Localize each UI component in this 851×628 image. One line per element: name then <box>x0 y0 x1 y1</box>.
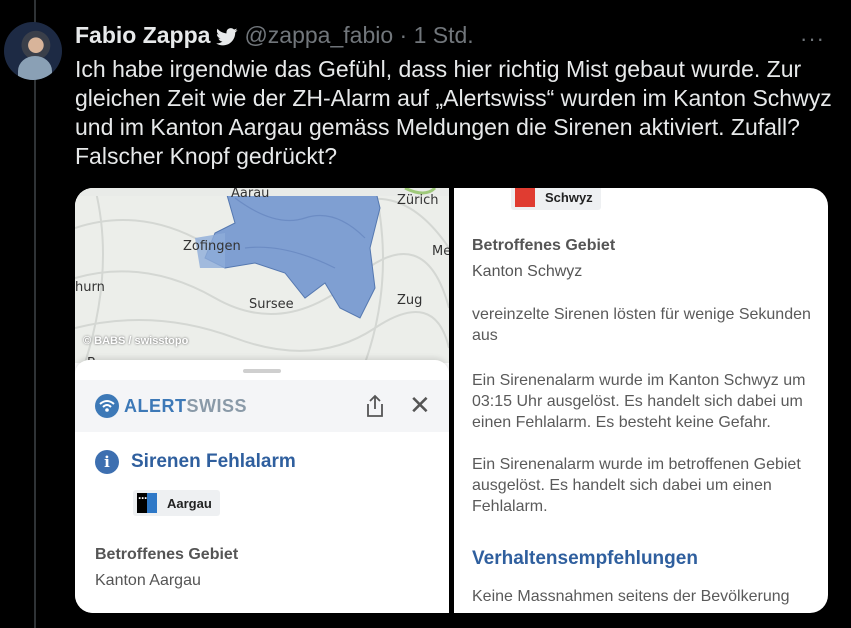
alert-title-row: i Sirenen Fehlalarm <box>95 450 296 474</box>
logo-swiss-text: SWISS <box>186 395 248 416</box>
tweet-media[interactable]: Aarau Zürich Zofingen Me hurn Sursee Zug… <box>75 188 828 613</box>
canton-chip-label: Aargau <box>167 495 212 511</box>
canton-chip-schwyz: Schwyz <box>511 188 601 210</box>
thread-line <box>34 0 36 628</box>
more-options-icon[interactable]: ··· <box>800 26 825 52</box>
alert-sheet: ALERTSWISS ✕ i Sirenen Fehlalarm Aargau <box>75 360 449 613</box>
aargau-flag-icon <box>137 491 157 513</box>
map-label-zurich: Zürich <box>397 193 439 208</box>
tweet-time[interactable]: 1 Std. <box>414 22 474 48</box>
alertswiss-logo: ALERTSWISS <box>95 394 247 418</box>
author-name[interactable]: Fabio Zappa <box>75 22 210 48</box>
canton-chip-aargau: Aargau <box>133 490 220 516</box>
share-icon[interactable] <box>365 394 385 423</box>
affected-area-label: Betroffenes Gebiet <box>95 546 239 563</box>
affected-area-value: Kanton Schwyz <box>472 263 583 280</box>
media-image-right[interactable]: Schwyz Betroffenes Gebiet Kanton Schwyz … <box>454 188 828 613</box>
app-bar: ALERTSWISS ✕ <box>75 380 449 432</box>
schwyz-flag-icon <box>515 188 535 207</box>
affected-area-label: Betroffenes Gebiet <box>472 237 616 254</box>
avatar[interactable] <box>4 22 62 80</box>
map-label-aarau: Aarau <box>231 188 270 201</box>
drag-handle[interactable] <box>243 369 281 373</box>
tweet-text: Ich habe irgendwie das Gefühl, dass hier… <box>75 56 832 169</box>
map-label-sursee: Sursee <box>249 297 294 312</box>
map-label-me: Me <box>432 244 449 259</box>
close-icon[interactable]: ✕ <box>409 390 431 421</box>
canton-chip-label: Schwyz <box>545 189 593 205</box>
affected-area-value: Kanton Aargau <box>95 572 201 589</box>
alert-title: Sirenen Fehlalarm <box>131 451 296 472</box>
separator-dot: · <box>399 22 408 48</box>
map-label-zofingen: Zofingen <box>183 239 241 254</box>
map-label-thurn: hurn <box>75 280 105 295</box>
map-label-zug: Zug <box>397 293 423 308</box>
alertswiss-icon <box>95 394 119 418</box>
alert-paragraph-2: Ein Sirenenalarm wurde im Kanton Schwyz … <box>472 372 806 431</box>
alert-paragraph-3: Ein Sirenenalarm wurde im betroffenen Ge… <box>472 456 801 515</box>
alert-map: Aarau Zürich Zofingen Me hurn Sursee Zug… <box>75 188 449 371</box>
twitter-bird-icon <box>216 25 238 52</box>
logo-alert-text: ALERT <box>124 395 187 416</box>
info-icon: i <box>95 450 119 474</box>
tweet-header: Fabio Zappa @zappa_fabio · 1 Std. <box>75 22 474 52</box>
recommendations-heading: Verhaltensempfehlungen <box>472 548 698 569</box>
media-image-left[interactable]: Aarau Zürich Zofingen Me hurn Sursee Zug… <box>75 188 449 613</box>
author-handle[interactable]: @zappa_fabio <box>244 22 393 48</box>
recommendations-text: Keine Massnahmen seitens der Bevölkerung <box>472 588 790 605</box>
map-attribution: © BABS / swisstopo <box>83 335 189 347</box>
alert-paragraph-1: vereinzelte Sirenen lösten für wenige Se… <box>472 306 811 344</box>
